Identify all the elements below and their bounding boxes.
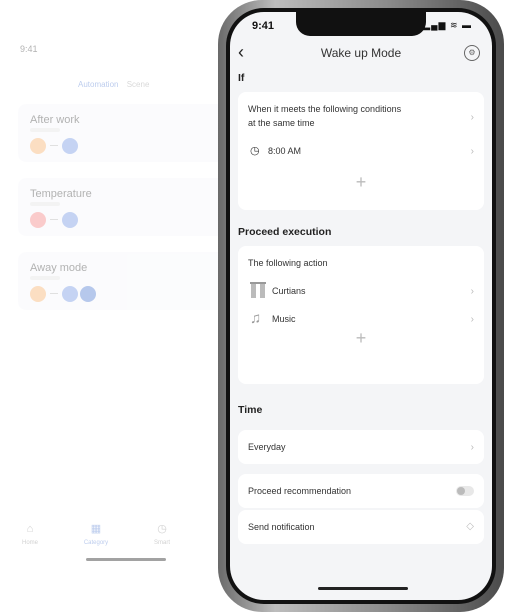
action-label: Curtians <box>272 286 306 296</box>
recommendation-toggle[interactable] <box>456 486 474 496</box>
chevron-right-icon[interactable]: › <box>471 112 474 123</box>
notification-row: Send notification ◇ <box>238 510 484 544</box>
phone-bezel: 9:41 ▂▄▆ ≋ ▬ ‹ Wake up Mode ⚙ If When it… <box>226 8 496 604</box>
status-time: 9:41 <box>252 20 275 32</box>
time-value: Everyday <box>248 442 286 452</box>
bg-card-temperature[interactable]: Temperature <box>18 178 233 236</box>
add-action-icon[interactable]: + <box>238 328 484 349</box>
condition-line1: When it meets the following conditions <box>248 104 402 114</box>
chevron-right-icon[interactable]: › <box>471 442 474 453</box>
settings-icon[interactable]: ⚙ <box>464 45 480 61</box>
execution-card: The following action Curtians › ♫ Music … <box>238 246 484 384</box>
action-label: Music <box>272 314 296 324</box>
condition-line2: at the same time <box>248 118 315 128</box>
grid-icon: ▦ <box>90 523 102 535</box>
bg-tab-automation[interactable]: Automation <box>78 80 118 89</box>
orange-dot-icon <box>30 138 46 154</box>
time-row[interactable]: Everyday › <box>238 430 484 464</box>
curtain-icon <box>250 282 266 298</box>
page-title: Wake up Mode <box>320 46 402 60</box>
trigger-time[interactable]: 8:00 AM <box>268 146 301 156</box>
bg-nav-category[interactable]: ▦ Category <box>76 522 116 546</box>
bg-status-time: 9:41 <box>20 44 38 54</box>
bg-tabs: Automation Scene <box>78 80 149 89</box>
radio-icon[interactable]: ◇ <box>466 521 474 532</box>
notch <box>296 12 426 36</box>
clock-icon: ◷ <box>250 145 260 157</box>
blue-dot-icon <box>62 286 78 302</box>
chevron-right-icon[interactable]: › <box>471 286 474 297</box>
bg-home-indicator <box>86 558 166 561</box>
divider <box>50 145 58 146</box>
bg-card-sub <box>30 202 60 206</box>
bg-bottom-nav: ⌂ Home ▦ Category ◷ Smart <box>8 522 228 562</box>
execution-subtitle: The following action <box>248 258 328 268</box>
chevron-right-icon[interactable]: › <box>471 146 474 157</box>
orange-dot-icon <box>30 286 46 302</box>
blue-dot-icon <box>62 212 78 228</box>
section-if-label: If <box>238 72 245 84</box>
section-time-label: Time <box>238 404 263 416</box>
pink-dot-icon <box>30 212 46 228</box>
recommendation-row: Proceed recommendation <box>238 474 484 508</box>
divider <box>50 219 58 220</box>
bg-nav-smart[interactable]: ◷ Smart <box>142 522 182 546</box>
chevron-right-icon[interactable]: › <box>471 314 474 325</box>
blue-dot-icon <box>80 286 96 302</box>
notification-label: Send notification <box>248 522 315 532</box>
music-icon: ♫ <box>250 310 262 327</box>
clock-icon: ◷ <box>157 523 167 535</box>
bg-card-title: After work <box>30 114 80 126</box>
phone-screen: 9:41 ▂▄▆ ≋ ▬ ‹ Wake up Mode ⚙ If When it… <box>230 12 492 600</box>
bg-card-after-work[interactable]: After work <box>18 104 233 162</box>
add-condition-icon[interactable]: + <box>238 172 484 193</box>
recommendation-label: Proceed recommendation <box>248 486 352 496</box>
bg-card-sub <box>30 276 60 280</box>
bg-tab-scene[interactable]: Scene <box>127 80 150 89</box>
bg-card-sub <box>30 128 60 132</box>
divider <box>50 293 58 294</box>
section-execution-label: Proceed execution <box>238 226 332 238</box>
home-icon: ⌂ <box>26 523 34 535</box>
status-icons: ▂▄▆ ≋ ▬ <box>423 20 472 30</box>
home-indicator <box>318 587 408 590</box>
bg-card-title: Temperature <box>30 188 92 200</box>
phone-frame: 9:41 ▂▄▆ ≋ ▬ ‹ Wake up Mode ⚙ If When it… <box>218 0 504 612</box>
bg-card-title: Away mode <box>30 262 88 274</box>
if-card: When it meets the following conditions a… <box>238 92 484 210</box>
blue-dot-icon <box>62 138 78 154</box>
bg-nav-home[interactable]: ⌂ Home <box>10 522 50 546</box>
bg-card-away-mode[interactable]: Away mode <box>18 252 233 310</box>
